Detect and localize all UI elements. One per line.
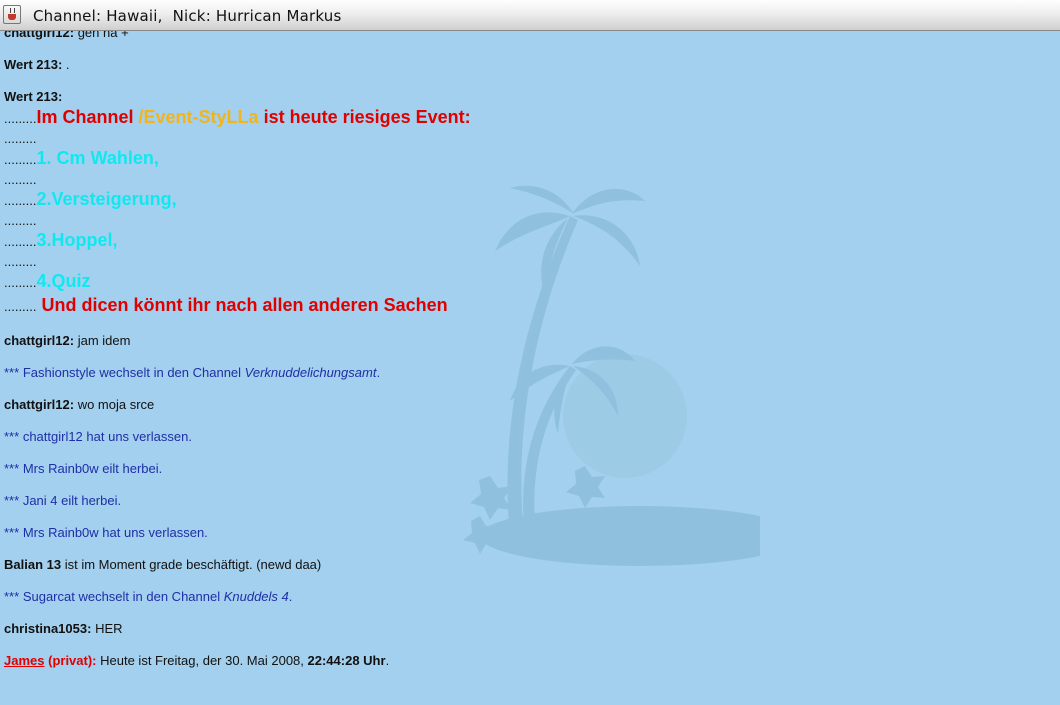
system-stars: ***: [4, 365, 20, 380]
chat-message: Balian 13 ist im Moment grade beschäftig…: [4, 557, 321, 572]
system-message: *** Sugarcat wechselt in den Channel Knu…: [4, 589, 292, 604]
chat-message: christina1053: HER: [4, 621, 123, 636]
message-nick[interactable]: chattgirl12:: [4, 333, 74, 348]
system-stars: ***: [4, 493, 20, 508]
dots-prefix: .........: [4, 234, 37, 249]
chat-message: chattgirl12: geh na +: [4, 31, 129, 40]
system-message: *** Jani 4 eilt herbei.: [4, 493, 121, 508]
window-title: Channel: Hawaii, Nick: Hurrican Markus: [33, 7, 342, 25]
event-channel-link[interactable]: /Event-StyLLa: [139, 107, 259, 127]
event-item-3: 3.Hoppel,: [36, 230, 118, 250]
event-intro-end: ist heute riesiges Event:: [258, 107, 471, 127]
java-cup-icon[interactable]: [3, 5, 21, 24]
message-nick[interactable]: christina1053:: [4, 621, 91, 636]
message-nick[interactable]: Wert 213:: [4, 57, 62, 72]
message-nick[interactable]: Balian 13: [4, 557, 61, 572]
dots-prefix: .........: [4, 275, 37, 290]
event-item-1: 1. Cm Wahlen,: [36, 148, 159, 168]
message-text: wo moja srce: [77, 397, 155, 412]
system-message: *** Mrs Rainb0w hat uns verlassen.: [4, 525, 208, 540]
event-item: .........4.Quiz: [4, 271, 91, 292]
message-text: jam idem: [77, 333, 131, 348]
system-text: Jani 4 eilt herbei.: [22, 493, 122, 508]
system-text: chattgirl12 hat uns verlassen.: [22, 429, 192, 444]
message-text: Heute ist Freitag, der 30. Mai 2008,: [100, 653, 308, 668]
event-intro: Im Channel: [36, 107, 139, 127]
message-text: .: [65, 57, 70, 72]
system-stars: ***: [4, 429, 20, 444]
dots-row: .........: [4, 172, 37, 187]
dots-row: .........: [4, 213, 37, 228]
message-text: geh na +: [77, 31, 129, 40]
window-titlebar[interactable]: Channel: Hawaii, Nick: Hurrican Markus: [0, 0, 1060, 31]
chat-message: Wert 213:: [4, 89, 62, 104]
message-time: 22:44:28 Uhr: [307, 653, 386, 668]
channel-link[interactable]: Knuddels 4: [224, 589, 289, 604]
event-item-2: 2.Versteigerung,: [36, 189, 177, 209]
system-text: Mrs Rainb0w hat uns verlassen.: [22, 525, 208, 540]
dots-prefix: .........: [4, 299, 37, 314]
dots-row: .........: [4, 131, 37, 146]
message-nick[interactable]: chattgirl12:: [4, 31, 74, 40]
event-outro: Und dicen könnt ihr nach allen anderen S…: [36, 295, 448, 315]
system-message: *** Fashionstyle wechselt in den Channel…: [4, 365, 380, 380]
private-message: James (privat): Heute ist Freitag, der 3…: [4, 653, 389, 668]
system-message: *** chattgirl12 hat uns verlassen.: [4, 429, 192, 444]
chat-message: chattgirl12: jam idem: [4, 333, 130, 348]
system-end: .: [288, 589, 293, 604]
dots-prefix: .........: [4, 193, 37, 208]
system-message: *** Mrs Rainb0w eilt herbei.: [4, 461, 162, 476]
palm-island-watermark: [463, 185, 760, 566]
message-nick[interactable]: chattgirl12:: [4, 397, 74, 412]
event-line: .........Im Channel /Event-StyLLa ist he…: [4, 107, 471, 128]
system-stars: ***: [4, 525, 20, 540]
message-text: ist im Moment grade beschäftigt. (newd d…: [64, 557, 322, 572]
event-item: .........3.Hoppel,: [4, 230, 118, 251]
message-nick[interactable]: Wert 213:: [4, 89, 62, 104]
system-stars: ***: [4, 589, 20, 604]
system-text: Fashionstyle wechselt in den Channel: [22, 365, 245, 380]
dots-prefix: .........: [4, 111, 37, 126]
message-end: .: [385, 653, 390, 668]
private-nick-link[interactable]: James: [4, 653, 44, 668]
system-text: Mrs Rainb0w eilt herbei.: [22, 461, 163, 476]
chat-area[interactable]: chattgirl12: geh na + Wert 213: . Wert 2…: [0, 31, 1060, 705]
channel-link[interactable]: Verknuddelichungsamt: [245, 365, 377, 380]
dots-prefix: .........: [4, 152, 37, 167]
chat-message: chattgirl12: wo moja srce: [4, 397, 154, 412]
system-text: Sugarcat wechselt in den Channel: [22, 589, 224, 604]
message-text: HER: [95, 621, 123, 636]
private-label: (privat):: [48, 653, 97, 668]
event-item: .........2.Versteigerung,: [4, 189, 177, 210]
system-stars: ***: [4, 461, 20, 476]
system-end: .: [376, 365, 381, 380]
dots-row: .........: [4, 254, 37, 269]
event-item: .........1. Cm Wahlen,: [4, 148, 159, 169]
event-line: ......... Und dicen könnt ihr nach allen…: [4, 295, 448, 316]
chat-message: Wert 213: .: [4, 57, 70, 72]
event-item-4: 4.Quiz: [36, 271, 91, 291]
